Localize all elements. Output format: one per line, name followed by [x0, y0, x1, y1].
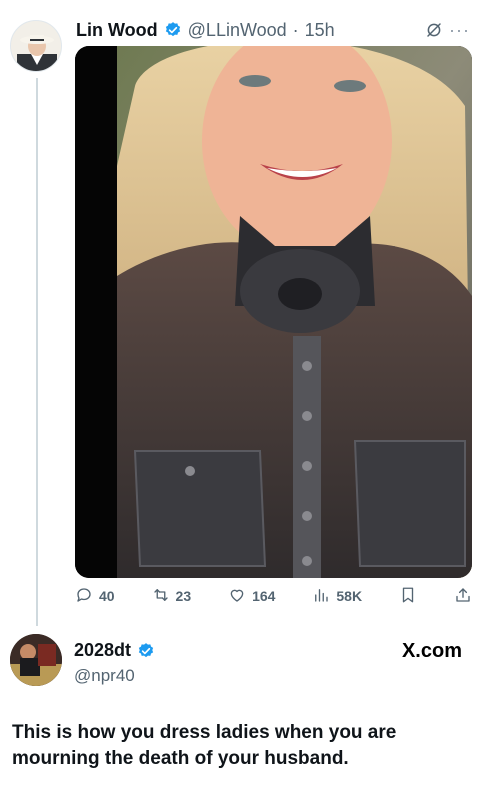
- reply-author-avatar[interactable]: [10, 634, 62, 686]
- like-count: 164: [252, 588, 276, 604]
- tweet-timestamp[interactable]: 15h: [305, 20, 335, 41]
- separator-dot: ·: [292, 19, 299, 40]
- bookmark-icon: [399, 586, 417, 607]
- more-icon[interactable]: ···: [449, 21, 470, 39]
- author-display-name[interactable]: Lin Wood: [76, 20, 158, 41]
- like-button[interactable]: 164: [228, 586, 275, 607]
- tweet-action-bar: 40 23 164 58K: [75, 584, 472, 608]
- grok-icon[interactable]: [425, 21, 443, 39]
- tweet-header: Lin Wood @LLinWood · 15h ···: [76, 16, 470, 44]
- bookmark-button[interactable]: [399, 586, 417, 607]
- author-avatar[interactable]: [10, 20, 62, 72]
- reply-icon: [75, 586, 93, 607]
- media-image: [75, 46, 472, 578]
- views-count: 58K: [336, 588, 363, 604]
- reply-post-text: This is how you dress ladies when you ar…: [12, 722, 397, 769]
- reply-author-display-name[interactable]: 2028dt: [74, 640, 131, 661]
- like-icon: [228, 586, 246, 607]
- verified-badge-icon: [164, 21, 182, 39]
- verified-badge-icon: [137, 642, 155, 660]
- reply-author-name-row: 2028dt: [74, 640, 155, 661]
- reply-button[interactable]: 40: [75, 586, 115, 607]
- repost-icon: [152, 586, 170, 607]
- tweet-media-video[interactable]: [75, 46, 472, 578]
- reply-author-handle[interactable]: @npr40: [74, 666, 135, 686]
- share-button[interactable]: [454, 586, 472, 607]
- author-handle[interactable]: @LLinWood: [188, 20, 287, 41]
- share-icon: [454, 586, 472, 607]
- repost-count: 23: [175, 588, 192, 604]
- views-icon: [312, 586, 330, 607]
- reply-count: 40: [99, 588, 115, 604]
- x-com-watermark: X.com: [401, 640, 462, 662]
- thread-connector-line: [36, 78, 38, 626]
- repost-button[interactable]: 23: [152, 586, 192, 607]
- views-button[interactable]: 58K: [312, 586, 362, 607]
